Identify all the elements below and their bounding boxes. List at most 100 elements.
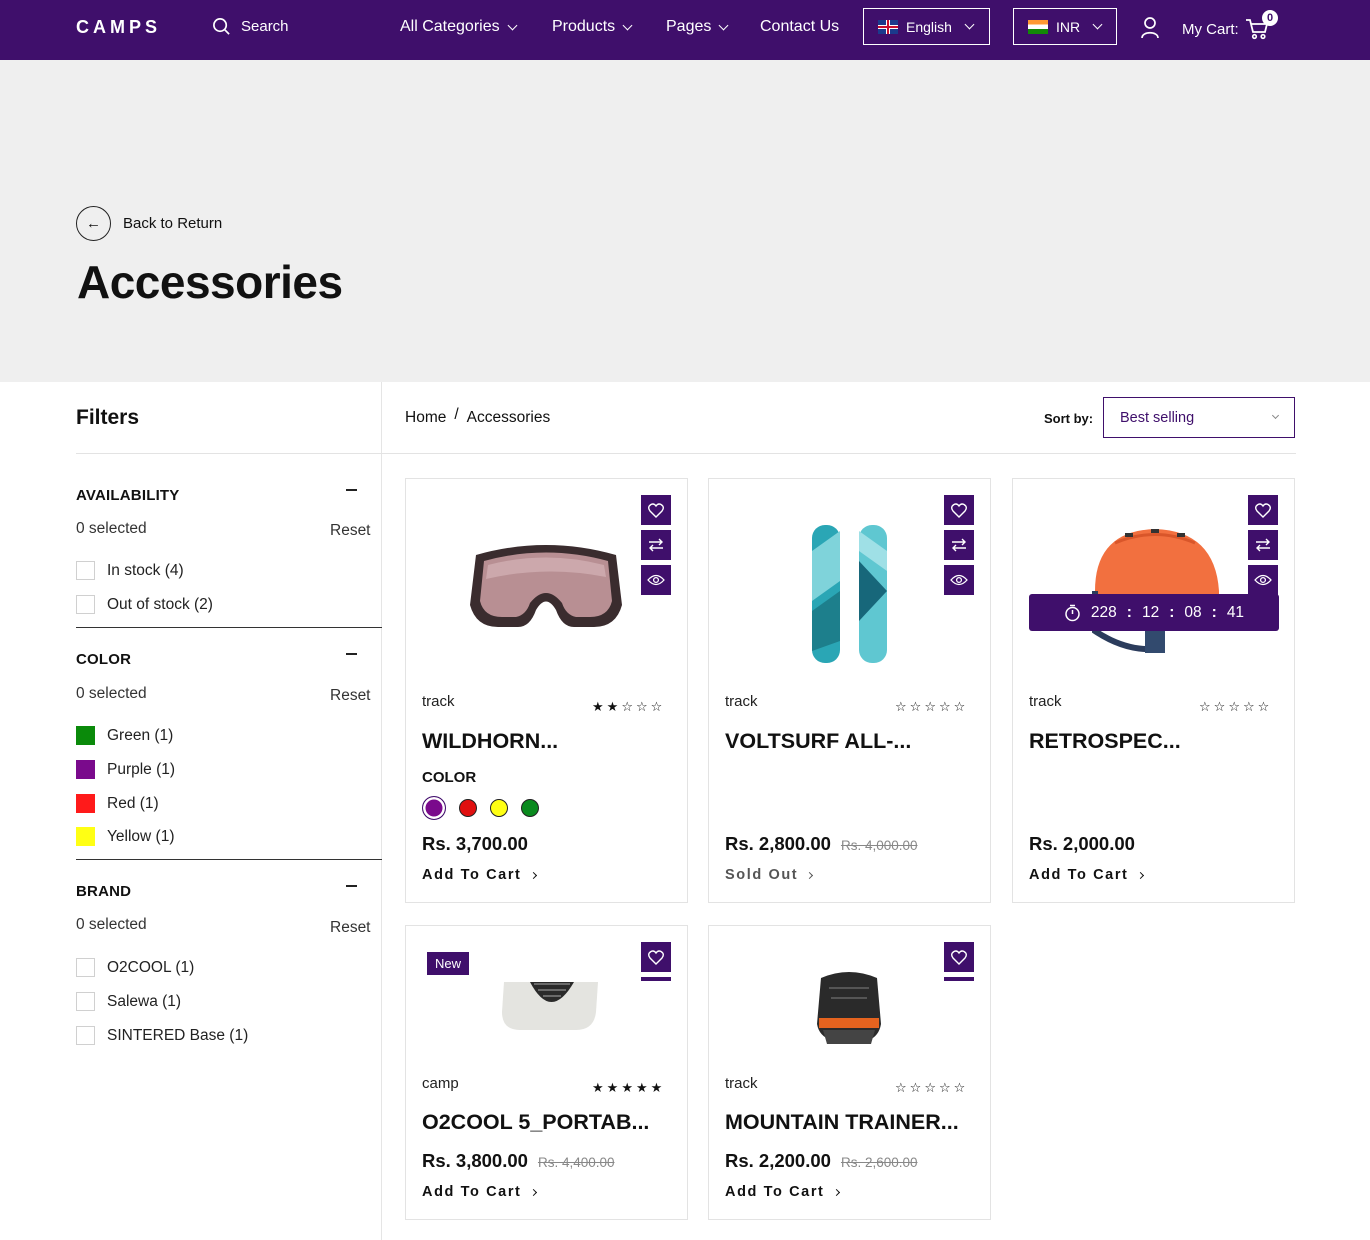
wishlist-button[interactable] bbox=[641, 495, 671, 525]
add-to-cart-button[interactable]: Add To Cart bbox=[725, 1184, 840, 1200]
product-title[interactable]: VOLTSURF ALL-... bbox=[725, 729, 911, 754]
heart-icon bbox=[951, 502, 967, 518]
product-title[interactable]: RETROSPEC... bbox=[1029, 729, 1181, 754]
quick-view-button[interactable] bbox=[944, 565, 974, 595]
chevron-right-icon bbox=[529, 1188, 537, 1196]
wishlist-button[interactable] bbox=[1248, 495, 1278, 525]
collapse-icon[interactable] bbox=[346, 489, 357, 491]
compare-button[interactable] bbox=[641, 530, 671, 560]
compare-button[interactable] bbox=[1248, 530, 1278, 560]
option-label: SINTERED Base (1) bbox=[107, 1026, 249, 1044]
color-swatch[interactable] bbox=[76, 827, 95, 846]
collapse-icon[interactable] bbox=[346, 885, 357, 887]
nav-label: Contact Us bbox=[760, 18, 840, 35]
filter-selected-count: 0 selected bbox=[76, 520, 147, 537]
product-title[interactable]: O2COOL 5_PORTAB... bbox=[422, 1110, 649, 1135]
filter-option-red[interactable]: Red (1) bbox=[76, 794, 159, 813]
option-label: In stock (4) bbox=[107, 561, 184, 579]
account-button[interactable] bbox=[1140, 16, 1160, 45]
add-to-cart-button[interactable]: Add To Cart bbox=[1029, 867, 1144, 883]
product-image-mountain-trainer[interactable] bbox=[809, 968, 889, 1048]
filter-group-title: COLOR bbox=[76, 651, 132, 668]
product-card[interactable]: 228: 12: 08: 41 track ☆ ☆ ☆ ☆ ☆ RETROSPEC...… bbox=[1012, 478, 1295, 903]
product-card[interactable]: New camp ★ ★ ★ ★ ★ O2COOL 5_PORTAB... Rs. 3,… bbox=[405, 925, 688, 1220]
nav-contact-us[interactable]: Contact Us bbox=[760, 18, 839, 36]
eye-icon bbox=[950, 574, 968, 586]
compare-icon bbox=[1256, 538, 1270, 552]
checkbox[interactable] bbox=[76, 595, 95, 614]
breadcrumb-home[interactable]: Home bbox=[405, 409, 446, 427]
filter-option-purple[interactable]: Purple (1) bbox=[76, 760, 175, 779]
filter-option-out-of-stock[interactable]: Out of stock (2) bbox=[76, 595, 213, 614]
chevron-right-icon bbox=[832, 1188, 840, 1196]
color-swatch[interactable] bbox=[76, 760, 95, 779]
color-option-yellow[interactable] bbox=[490, 799, 508, 817]
action-bar-collapsed bbox=[944, 977, 974, 981]
checkbox[interactable] bbox=[76, 1026, 95, 1045]
filter-option-salewa[interactable]: Salewa (1) bbox=[76, 992, 181, 1011]
quick-view-button[interactable] bbox=[641, 565, 671, 595]
product-card[interactable]: track ☆ ☆ ☆ ☆ ☆ MOUNTAIN TRAINER... Rs. 2,20… bbox=[708, 925, 991, 1220]
wishlist-button[interactable] bbox=[944, 942, 974, 972]
checkbox[interactable] bbox=[76, 992, 95, 1011]
product-image-goggles[interactable] bbox=[466, 535, 626, 635]
filter-reset-link[interactable]: Reset bbox=[330, 919, 371, 937]
filter-option-o2cool[interactable]: O2COOL (1) bbox=[76, 958, 194, 977]
sort-select[interactable]: Best selling bbox=[1103, 397, 1295, 438]
color-option-red[interactable] bbox=[459, 799, 477, 817]
product-card[interactable]: track ★ ★ ☆ ☆ ☆ WILDHORN... COLOR Rs. 3,700.… bbox=[405, 478, 688, 903]
wishlist-button[interactable] bbox=[944, 495, 974, 525]
chevron-right-icon bbox=[1136, 871, 1144, 879]
color-option-purple[interactable] bbox=[422, 796, 446, 820]
product-image-helmet[interactable] bbox=[1085, 521, 1225, 663]
option-label: Purple (1) bbox=[107, 760, 176, 778]
star-empty-icon: ☆ bbox=[621, 699, 633, 714]
product-image-snowboards[interactable] bbox=[807, 521, 893, 667]
breadcrumb: Home / Accessories bbox=[405, 406, 550, 427]
add-to-cart-button[interactable]: Add To Cart bbox=[422, 867, 537, 883]
nav-all-categories[interactable]: All Categories bbox=[400, 18, 518, 36]
color-swatch[interactable] bbox=[76, 726, 95, 745]
currency-value: INR bbox=[1056, 18, 1081, 35]
wishlist-button[interactable] bbox=[641, 942, 671, 972]
language-selector[interactable]: English bbox=[863, 8, 990, 45]
filter-option-sintered-base[interactable]: SINTERED Base (1) bbox=[76, 1026, 248, 1045]
search-button[interactable]: Search bbox=[212, 17, 289, 36]
product-vendor: track bbox=[725, 1075, 758, 1092]
color-option-green[interactable] bbox=[521, 799, 539, 817]
filter-option-yellow[interactable]: Yellow (1) bbox=[76, 827, 175, 846]
star-filled-icon: ★ bbox=[606, 699, 619, 714]
price-row: Rs. 3,700.00 bbox=[422, 833, 528, 855]
cart-button[interactable]: My Cart: 0 bbox=[1182, 10, 1278, 40]
color-swatch[interactable] bbox=[76, 794, 95, 813]
nav-pages[interactable]: Pages bbox=[666, 18, 729, 36]
quick-view-button[interactable] bbox=[1248, 565, 1278, 595]
star-empty-icon: ☆ bbox=[895, 699, 907, 714]
filter-option-in-stock[interactable]: In stock (4) bbox=[76, 561, 184, 580]
nav-products[interactable]: Products bbox=[552, 18, 633, 36]
star-empty-icon: ☆ bbox=[953, 1080, 966, 1095]
product-image-portable-fan[interactable] bbox=[498, 982, 604, 1032]
filter-option-green[interactable]: Green (1) bbox=[76, 726, 173, 745]
product-title[interactable]: WILDHORN... bbox=[422, 729, 558, 754]
logo[interactable]: CAMPS bbox=[76, 17, 161, 38]
add-to-cart-button[interactable]: Add To Cart bbox=[422, 1184, 537, 1200]
sold-out-button[interactable]: Sold Out bbox=[725, 867, 814, 883]
option-label: Green (1) bbox=[107, 726, 174, 744]
star-empty-icon: ☆ bbox=[924, 699, 936, 714]
uk-flag-icon bbox=[878, 19, 898, 34]
collapse-icon[interactable] bbox=[346, 653, 357, 655]
rating-stars: ★ ★ ☆ ☆ ☆ bbox=[592, 700, 662, 713]
star-filled-icon: ★ bbox=[635, 1080, 648, 1095]
checkbox[interactable] bbox=[76, 561, 95, 580]
filter-reset-link[interactable]: Reset bbox=[330, 522, 371, 540]
product-title[interactable]: MOUNTAIN TRAINER... bbox=[725, 1110, 959, 1135]
chevron-down-icon bbox=[507, 20, 518, 30]
filter-reset-link[interactable]: Reset bbox=[330, 687, 371, 705]
compare-button[interactable] bbox=[944, 530, 974, 560]
back-link[interactable]: ← Back to Return bbox=[76, 206, 222, 241]
checkbox[interactable] bbox=[76, 958, 95, 977]
currency-selector[interactable]: INR bbox=[1013, 8, 1117, 45]
color-label: COLOR bbox=[422, 769, 477, 786]
product-card[interactable]: track ☆ ☆ ☆ ☆ ☆ VOLTSURF ALL-... Rs. 2,800.0… bbox=[708, 478, 991, 903]
